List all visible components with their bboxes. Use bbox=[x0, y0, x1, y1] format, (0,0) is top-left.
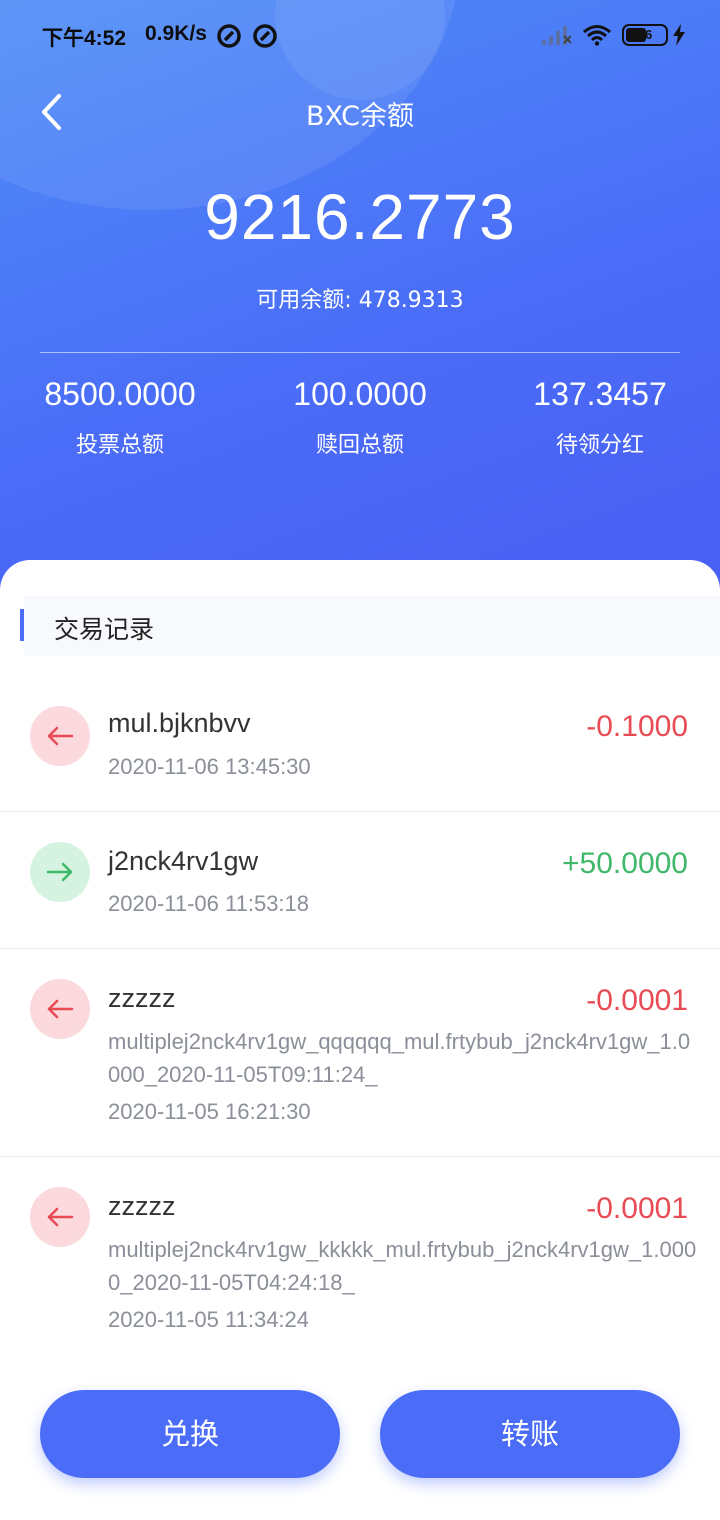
status-network-speed: 0.9K/s bbox=[145, 22, 207, 45]
transaction-time: 2020-11-05 16:21:30 bbox=[108, 1099, 311, 1124]
notification-app-icon bbox=[216, 23, 242, 53]
divider bbox=[40, 352, 680, 353]
wifi-icon bbox=[582, 24, 612, 50]
transaction-row[interactable]: zzzzz multiplej2nck4rv1gw_kkkkk_mul.frty… bbox=[0, 1157, 720, 1357]
outgoing-arrow-icon bbox=[30, 706, 90, 766]
stat-vote-total: 8500.0000 投票总额 bbox=[0, 376, 240, 459]
status-time: 下午4:52 bbox=[42, 27, 127, 50]
outgoing-arrow-icon bbox=[30, 979, 90, 1039]
stat-value: 100.0000 bbox=[293, 376, 427, 412]
status-bar: 下午4:52 0.9K/s 36 bbox=[0, 0, 720, 70]
charging-icon bbox=[672, 24, 686, 50]
stat-label: 待领分红 bbox=[555, 433, 644, 458]
stat-pending-dividend: 137.3457 待领分红 bbox=[480, 376, 720, 459]
battery-percent: 36 bbox=[637, 27, 653, 42]
transaction-amount: -0.1000 bbox=[586, 710, 688, 743]
transaction-memo: multiplej2nck4rv1gw_qqqqqq_mul.frtybub_j… bbox=[108, 1029, 691, 1087]
outgoing-arrow-icon bbox=[30, 1187, 90, 1247]
transaction-amount: -0.0001 bbox=[586, 984, 688, 1017]
section-title: 交易记录 bbox=[54, 615, 155, 644]
stat-label: 投票总额 bbox=[75, 433, 164, 458]
records-card: 交易记录 mul.bjknbvv 2020-11-06 13:45:30 -0.… bbox=[0, 560, 720, 1520]
notification-app-icon bbox=[252, 23, 278, 53]
balance-header: 下午4:52 0.9K/s 36 BXC余额 9216.2773 可用余额: 4… bbox=[0, 0, 720, 620]
transaction-row[interactable]: zzzzz multiplej2nck4rv1gw_qqqqqq_mul.frt… bbox=[0, 949, 720, 1157]
transaction-party: zzzzz bbox=[108, 1191, 176, 1221]
exchange-button[interactable]: 兑换 bbox=[40, 1390, 340, 1478]
signal-icon bbox=[542, 24, 572, 50]
transaction-row[interactable]: mul.bjknbvv 2020-11-06 13:45:30 -0.1000 bbox=[0, 656, 720, 812]
transaction-time: 2020-11-06 13:45:30 bbox=[108, 754, 311, 779]
section-accent-bar bbox=[20, 609, 24, 641]
transaction-party: zzzzz bbox=[108, 983, 176, 1013]
transaction-amount: +50.0000 bbox=[562, 847, 688, 880]
transaction-memo: multiplej2nck4rv1gw_kkkkk_mul.frtybub_j2… bbox=[108, 1237, 697, 1295]
stat-label: 赎回总额 bbox=[315, 433, 404, 458]
transaction-amount: -0.0001 bbox=[586, 1192, 688, 1225]
stat-redeem-total: 100.0000 赎回总额 bbox=[240, 376, 480, 459]
transfer-button[interactable]: 转账 bbox=[380, 1390, 680, 1478]
battery-icon: 36 bbox=[622, 24, 668, 46]
available-balance: 可用余额: 478.9313 bbox=[256, 288, 464, 313]
transaction-party: mul.bjknbvv bbox=[108, 708, 251, 738]
section-header: 交易记录 bbox=[24, 596, 720, 656]
transaction-party: j2nck4rv1gw bbox=[108, 846, 259, 876]
total-balance: 9216.2773 bbox=[204, 181, 516, 253]
stat-value: 8500.0000 bbox=[44, 376, 196, 412]
page-title: BXC余额 bbox=[306, 101, 414, 132]
transaction-time: 2020-11-05 11:34:24 bbox=[108, 1307, 310, 1332]
stat-value: 137.3457 bbox=[533, 376, 667, 412]
incoming-arrow-icon bbox=[30, 842, 90, 902]
transaction-row[interactable]: j2nck4rv1gw 2020-11-06 11:53:18 +50.0000 bbox=[0, 812, 720, 949]
transaction-time: 2020-11-06 11:53:18 bbox=[108, 891, 310, 916]
